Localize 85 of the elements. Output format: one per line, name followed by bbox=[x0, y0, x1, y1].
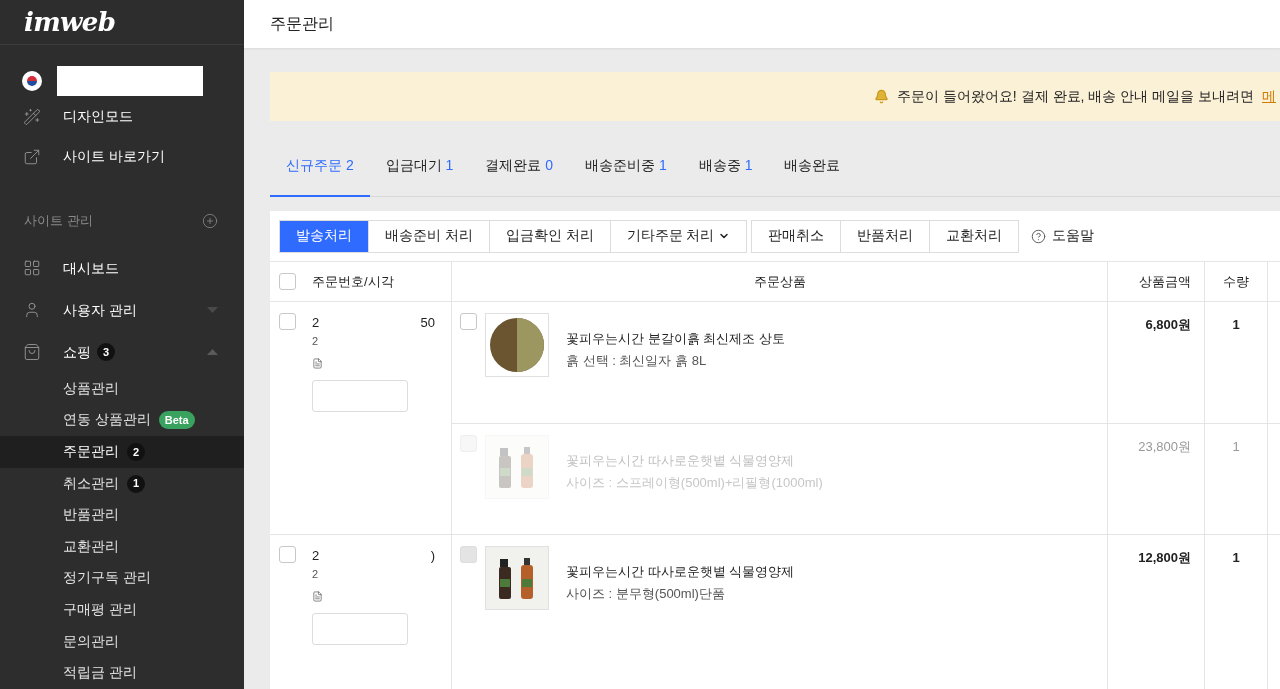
submenu-label[interactable]: 취소관리 bbox=[63, 473, 119, 494]
column-header: 상품금액 bbox=[1139, 272, 1191, 291]
order-number[interactable]: 50 bbox=[420, 313, 435, 333]
checkbox[interactable] bbox=[279, 546, 296, 563]
product-option: 사이즈 : 스프레이형(500ml)+리필형(1000ml) bbox=[566, 472, 823, 492]
checkbox[interactable] bbox=[460, 313, 477, 330]
memo-field[interactable] bbox=[312, 380, 408, 412]
submenu-item[interactable]: 적립금 관리 bbox=[0, 657, 244, 689]
caret-icon[interactable] bbox=[207, 349, 218, 356]
beta-tag: Beta bbox=[158, 411, 195, 430]
page-title: 주문관리 bbox=[270, 14, 334, 34]
order-time: 2 bbox=[312, 566, 320, 582]
column-header: 주문상품 bbox=[753, 272, 806, 291]
action-button[interactable]: 발송처리 bbox=[280, 220, 368, 252]
quantity: 1 bbox=[1232, 316, 1240, 334]
count-badge: 1 bbox=[127, 474, 145, 493]
logo[interactable]: imweb bbox=[24, 2, 116, 42]
sidebar-item[interactable]: 사이트 바로가기 bbox=[63, 146, 165, 168]
count-badge: 3 bbox=[97, 343, 115, 362]
submenu-label[interactable]: 상품관리 bbox=[63, 378, 119, 399]
product-photo bbox=[485, 435, 549, 499]
site-name-field[interactable] bbox=[57, 66, 203, 97]
price: 6,800원 bbox=[1145, 316, 1191, 334]
count-badge: 2 bbox=[127, 443, 145, 462]
help-link[interactable]: 도움말 bbox=[1052, 225, 1095, 247]
product-option: 흙 선택 : 최신일자 흙 8L bbox=[566, 350, 785, 370]
add-icon[interactable] bbox=[202, 212, 218, 229]
bell-icon bbox=[874, 89, 889, 104]
magic-wand-icon bbox=[23, 107, 41, 126]
order-number[interactable]: 2 bbox=[312, 313, 320, 333]
help-icon[interactable] bbox=[1031, 228, 1047, 244]
submenu-item[interactable]: 정기구독 관리 bbox=[0, 562, 244, 595]
memo-icon[interactable] bbox=[312, 358, 323, 369]
product-option: 사이즈 : 분무형(500ml)단품 bbox=[566, 583, 795, 603]
quantity: 1 bbox=[1232, 549, 1240, 567]
submenu-label[interactable]: 교환관리 bbox=[63, 536, 119, 557]
shopping-bag-icon bbox=[23, 343, 41, 362]
flag-icon[interactable] bbox=[22, 71, 42, 92]
product-name[interactable]: 꽃피우는시간 따사로운햇볕 식물영양제 bbox=[566, 562, 795, 582]
order-number[interactable]: 2 bbox=[312, 546, 320, 566]
notice-text: 주문이 들어왔어요! 결제 완료, 배송 안내 메일을 보내려면 bbox=[897, 87, 1254, 106]
submenu-item[interactable]: 문의관리 bbox=[0, 625, 244, 658]
status-tab[interactable]: 배송준비중 1 bbox=[569, 135, 683, 197]
status-tab[interactable]: 결제완료 0 bbox=[469, 135, 570, 197]
sidebar-item[interactable]: 사용자 관리 bbox=[63, 299, 137, 321]
checkbox[interactable] bbox=[279, 313, 296, 330]
status-tab[interactable]: 신규주문 2 bbox=[270, 135, 370, 197]
submenu-item[interactable]: 주문관리 2 bbox=[0, 436, 244, 468]
submenu-label[interactable]: 반품관리 bbox=[63, 505, 119, 526]
section-title: 사이트 관리 bbox=[24, 212, 93, 231]
quantity: 1 bbox=[1232, 438, 1240, 456]
submenu-item[interactable]: 구매평 관리 bbox=[0, 594, 244, 626]
product-name[interactable]: 꽃피우는시간 분갈이흙 최신제조 상토 bbox=[566, 329, 785, 349]
product-photo bbox=[485, 313, 549, 377]
caret-icon[interactable] bbox=[207, 307, 218, 314]
user-icon bbox=[23, 301, 41, 320]
column-header: 주문번호/시각 bbox=[312, 272, 394, 291]
submenu-label[interactable]: 문의관리 bbox=[63, 631, 119, 652]
checkbox[interactable] bbox=[279, 273, 296, 290]
submenu-item[interactable]: 연동 상품관리 Beta bbox=[0, 404, 244, 437]
sidebar-item[interactable]: 쇼핑 bbox=[63, 341, 91, 363]
order-time: 2 bbox=[312, 333, 320, 349]
memo-icon[interactable] bbox=[312, 591, 323, 602]
price: 12,800원 bbox=[1138, 549, 1191, 567]
sidebar-item[interactable]: 디자인모드 bbox=[63, 106, 133, 128]
submenu-label[interactable]: 연동 상품관리 bbox=[63, 410, 151, 431]
grid-icon bbox=[23, 259, 41, 278]
submenu-label[interactable]: 적립금 관리 bbox=[63, 663, 137, 684]
column-header: 수량 bbox=[1223, 272, 1249, 291]
submenu-label[interactable]: 구매평 관리 bbox=[63, 599, 137, 621]
status-tab[interactable]: 배송완료 bbox=[768, 135, 857, 197]
sidebar-item[interactable]: 대시보드 bbox=[63, 257, 119, 279]
memo-field[interactable] bbox=[312, 613, 408, 645]
order-number[interactable]: ) bbox=[430, 546, 435, 566]
submenu-label[interactable]: 주문관리 bbox=[63, 441, 119, 463]
submenu-item[interactable]: 취소관리 1 bbox=[0, 467, 244, 500]
submenu-label[interactable]: 정기구독 관리 bbox=[63, 568, 151, 589]
submenu-item[interactable]: 상품관리 bbox=[0, 373, 244, 405]
submenu-item[interactable]: 교환관리 bbox=[0, 531, 244, 563]
status-tab[interactable]: 입금대기 1 bbox=[369, 135, 470, 197]
status-tab[interactable]: 배송중 1 bbox=[682, 135, 769, 197]
price: 23,800원 bbox=[1138, 438, 1191, 456]
submenu-item[interactable]: 반품관리 bbox=[0, 499, 244, 532]
product-photo bbox=[485, 546, 549, 610]
external-link-icon bbox=[23, 147, 41, 166]
